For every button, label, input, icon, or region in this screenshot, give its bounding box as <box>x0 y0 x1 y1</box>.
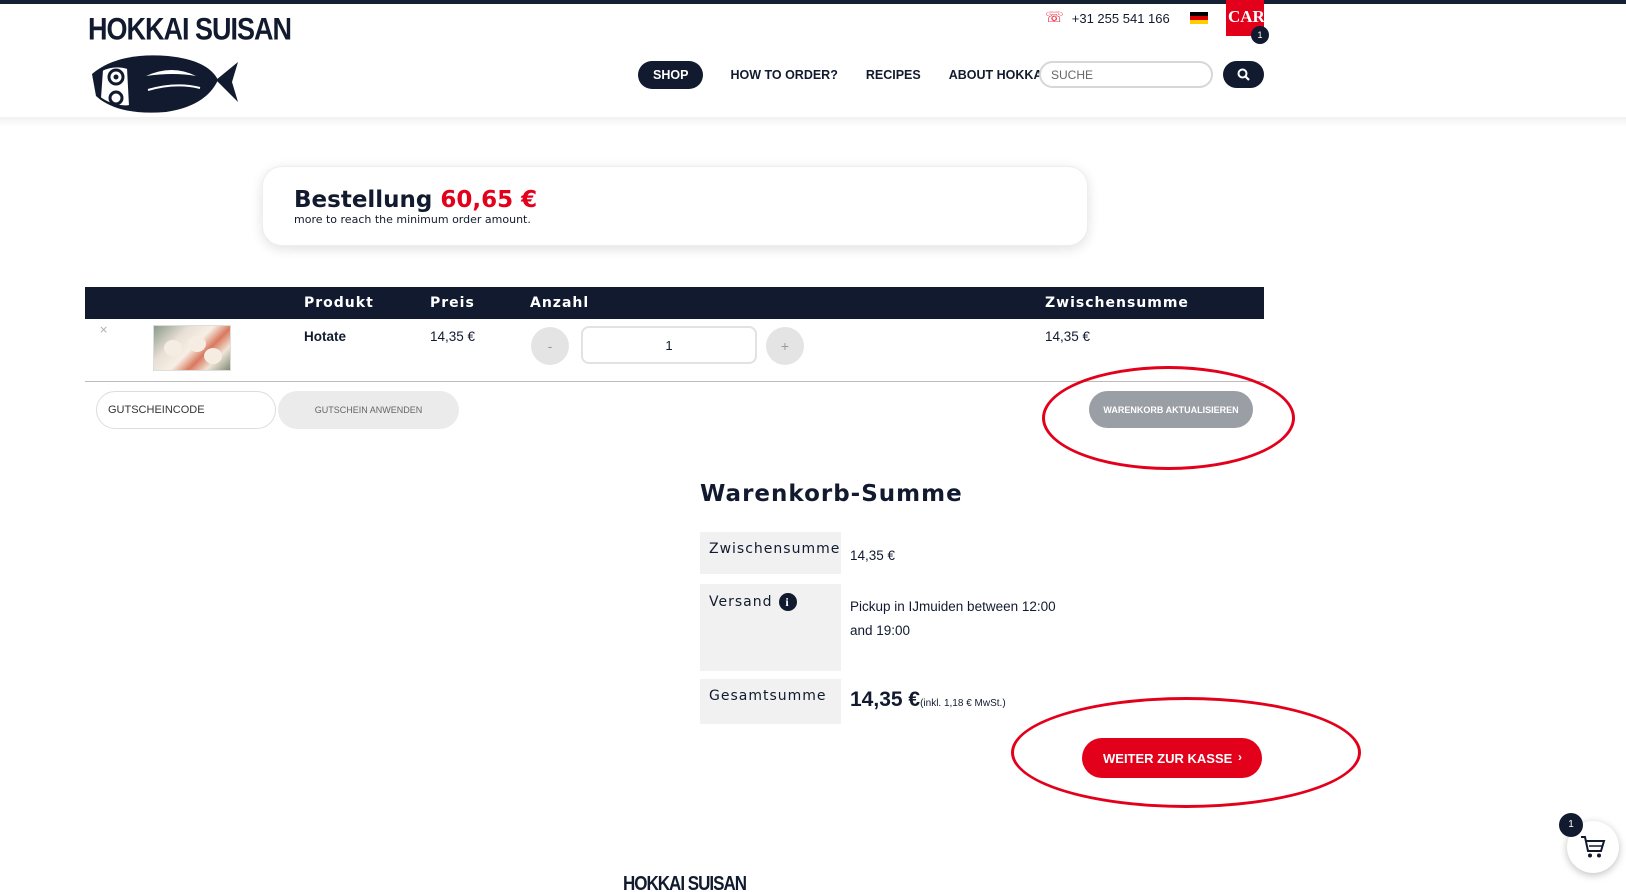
subtotal-value: 14,35 € <box>850 548 896 563</box>
notice-title-text: Bestellung <box>294 187 433 213</box>
total-label: Gesamtsumme <box>700 679 841 724</box>
phone-number: +31 255 541 166 <box>1071 10 1170 26</box>
shipping-value: Pickup in IJmuiden between 12:00 and 19:… <box>850 595 1056 643</box>
shipping-label-text: Versand <box>709 594 773 610</box>
nav-how-to-order[interactable]: HOW TO ORDER? <box>716 61 851 89</box>
total-value-block: 14,35 €(inkl. 1,18 € MwSt.) <box>850 688 1006 716</box>
site-logo[interactable]: HOKKAI SUISAN <box>88 8 292 113</box>
fish-logo-icon <box>92 55 238 113</box>
nav-recipes[interactable]: RECIPES <box>852 61 935 89</box>
update-cart-button[interactable]: WARENKORB AKTUALISIEREN <box>1089 391 1253 428</box>
quantity-increase-button[interactable]: + <box>766 327 804 365</box>
shipping-label: Versand i <box>700 584 841 671</box>
cart-table-header: Produkt Preis Anzahl Zwischensumme <box>85 287 1264 319</box>
nav-shop[interactable]: SHOP <box>638 61 704 89</box>
notice-amount: 60,65 € <box>440 187 538 213</box>
product-subtotal: 14,35 € <box>1045 329 1091 344</box>
proceed-to-checkout-button[interactable]: WEITER ZUR KASSE › <box>1082 738 1262 778</box>
header-subtotal: Zwischensumme <box>1045 295 1189 311</box>
header-shadow <box>0 117 1626 127</box>
notice-subtitle: more to reach the minimum order amount. <box>294 213 531 226</box>
tax-note: (inkl. 1,18 € MwSt.) <box>920 698 1006 709</box>
remove-icon[interactable]: × <box>99 323 108 336</box>
floating-cart-count: 1 <box>1559 813 1583 837</box>
notice-title: Bestellung 60,65 € <box>294 187 537 213</box>
coupon-code-input[interactable] <box>96 391 276 429</box>
header-price: Preis <box>430 295 475 311</box>
chevron-right-icon: › <box>1238 750 1242 764</box>
apply-coupon-button[interactable]: GUTSCHEIN ANWENDEN <box>278 391 459 429</box>
cart-count-badge: 1 <box>1251 26 1269 44</box>
subtotal-label: Zwischensumme <box>700 532 841 574</box>
product-name[interactable]: Hotate <box>304 329 346 344</box>
checkout-label: WEITER ZUR KASSE <box>1103 750 1233 766</box>
product-price: 14,35 € <box>430 329 476 344</box>
cart-icon <box>1581 836 1606 858</box>
quantity-decrease-button[interactable]: - <box>531 327 569 365</box>
product-thumbnail[interactable] <box>153 325 231 371</box>
minimum-order-notice: Bestellung 60,65 € more to reach the min… <box>262 166 1088 246</box>
shipping-value-line1: Pickup in IJmuiden between 12:00 <box>850 599 1056 614</box>
search-input[interactable] <box>1039 61 1213 88</box>
flag-de-icon[interactable] <box>1190 12 1208 24</box>
quantity-input[interactable] <box>581 326 757 364</box>
phone-icon: ☏ <box>1045 9 1064 26</box>
total-value: 14,35 € <box>850 688 921 711</box>
table-row: × Hotate 14,35 € - + 14,35 € <box>85 319 1264 382</box>
header-product: Produkt <box>304 295 374 311</box>
header-quantity: Anzahl <box>530 295 590 311</box>
info-icon[interactable]: i <box>778 593 797 611</box>
main-nav: SHOP HOW TO ORDER? RECIPES ABOUT HOKKAI <box>638 61 1060 89</box>
phone-contact[interactable]: ☏ +31 255 541 166 <box>1045 10 1170 26</box>
search-icon <box>1237 68 1250 81</box>
cart-totals-title: Warenkorb-Summe <box>700 481 963 507</box>
logo-text: HOKKAI SUISAN <box>88 12 292 47</box>
search-button[interactable] <box>1223 61 1264 88</box>
shipping-value-line2: and 19:00 <box>850 623 911 638</box>
footer-logo[interactable]: HOKKAI SUISAN <box>623 872 747 892</box>
